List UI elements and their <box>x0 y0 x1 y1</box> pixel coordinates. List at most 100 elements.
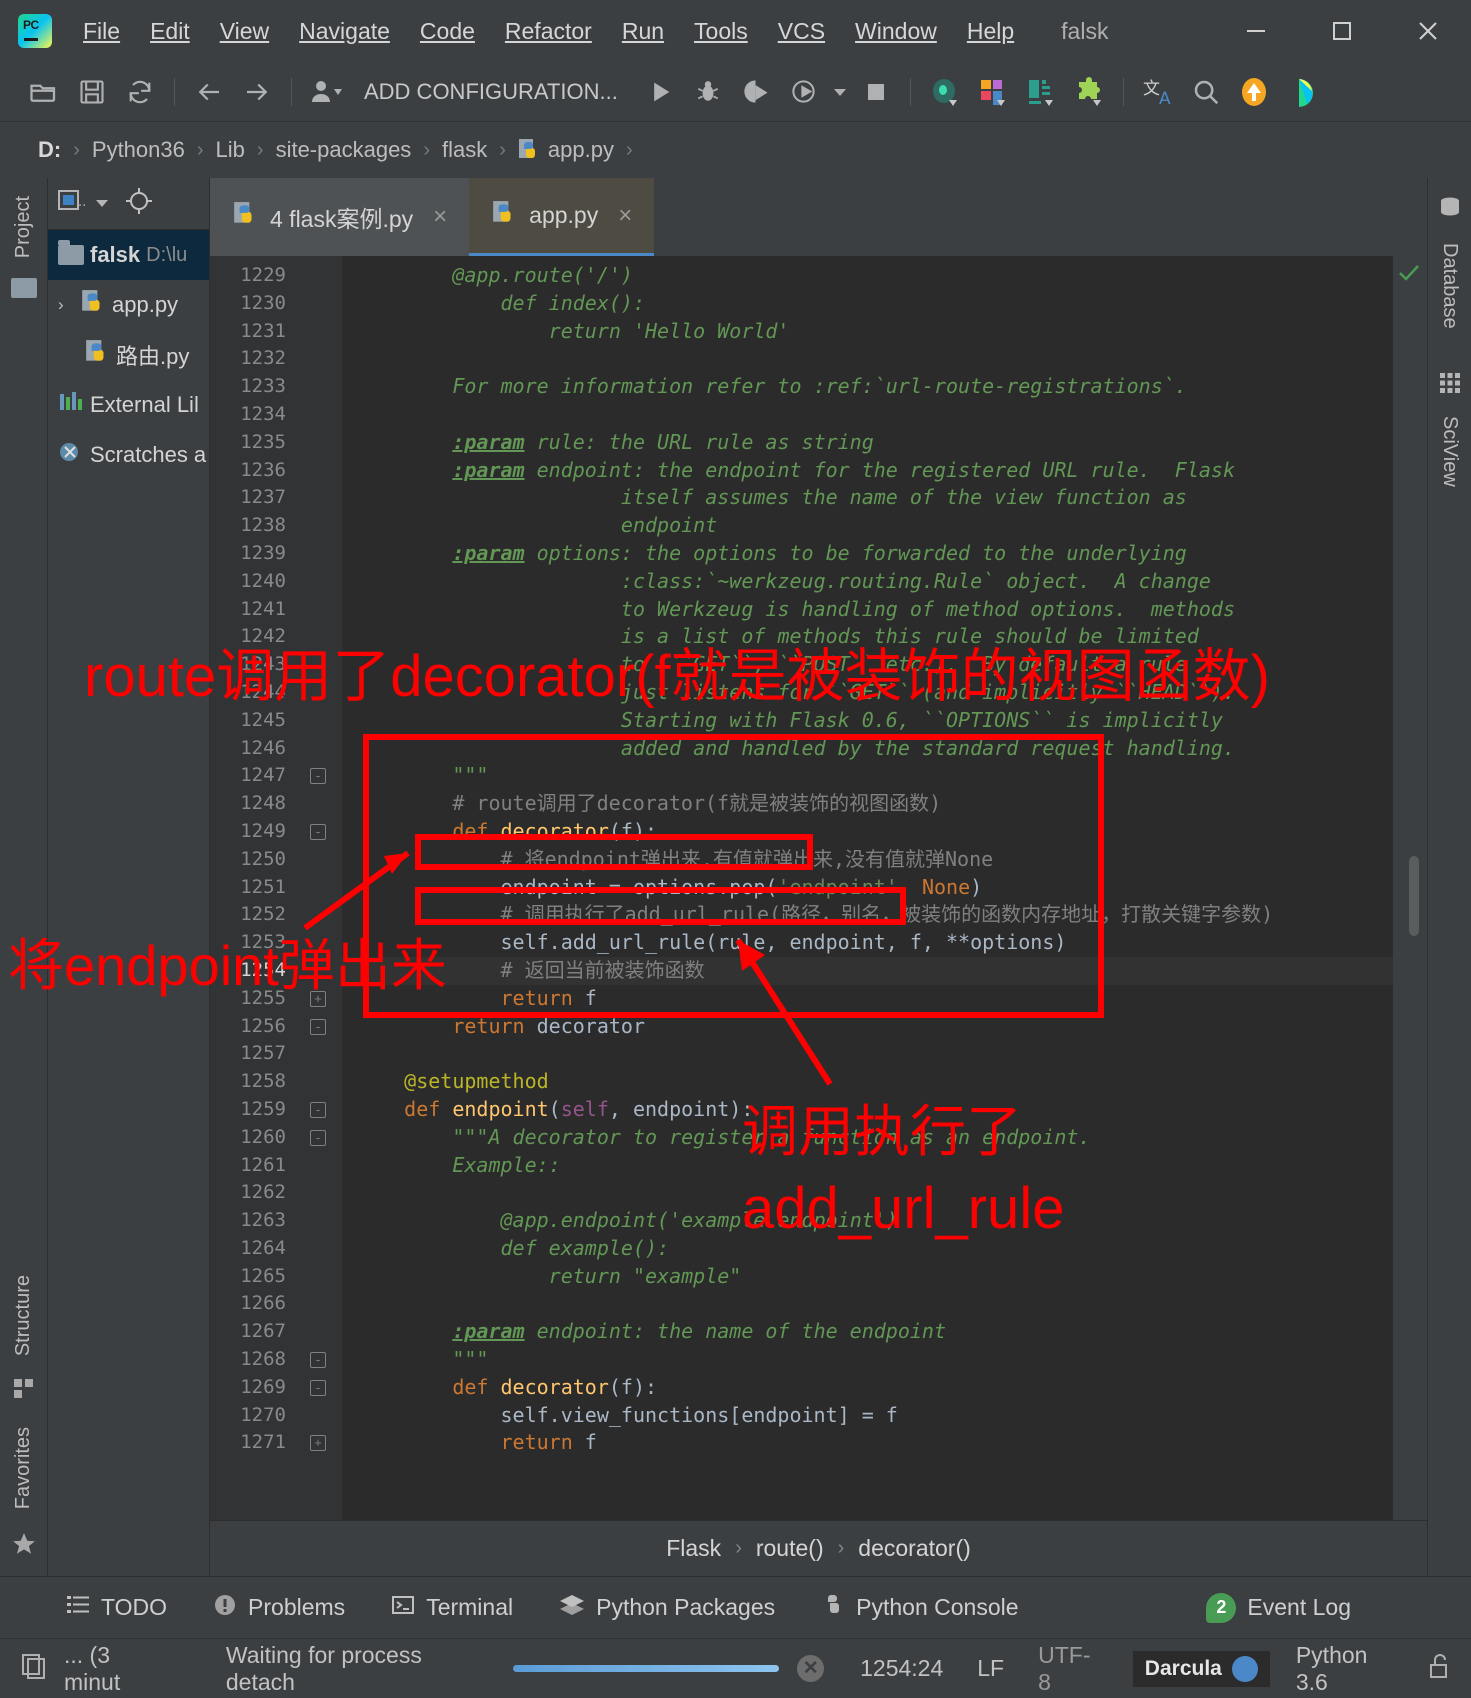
code-line[interactable]: def decorator(f): <box>342 818 1393 846</box>
layout-icon[interactable] <box>969 68 1017 116</box>
code-line[interactable]: itself assumes the name of the view func… <box>342 484 1393 512</box>
code-line[interactable]: to (``GET``, ``POST`` etc.). By default … <box>342 651 1393 679</box>
magnifier-icon[interactable] <box>1182 68 1230 116</box>
code-line[interactable]: Starting with Flask 0.6, ``OPTIONS`` is … <box>342 707 1393 735</box>
code-line[interactable]: # route调用了decorator(f就是被装饰的视图函数) <box>342 790 1393 818</box>
fold-slot[interactable]: - <box>298 1013 342 1041</box>
sidebar-item-project[interactable]: Project <box>10 188 37 266</box>
menu-file[interactable]: File <box>68 14 135 49</box>
fold-slot[interactable] <box>298 623 342 651</box>
translate-icon[interactable]: 文A <box>1134 68 1182 116</box>
unlocked-icon[interactable] <box>1427 1652 1451 1685</box>
code-line[interactable]: For more information refer to :ref:`url-… <box>342 373 1393 401</box>
fold-slot[interactable]: - <box>298 1374 342 1402</box>
tab-close-icon[interactable]: × <box>618 202 632 230</box>
fold-slot[interactable] <box>298 540 342 568</box>
code-line[interactable]: endpoint = options.pop('endpoint', None) <box>342 874 1393 902</box>
menu-run[interactable]: Run <box>607 14 679 49</box>
code-line[interactable]: def endpoint(self, endpoint): <box>342 1096 1393 1124</box>
project-view-selector-icon[interactable]: .. <box>58 189 86 218</box>
fold-toggle-icon[interactable]: - <box>310 1101 326 1118</box>
code-line[interactable]: def decorator(f): <box>342 1374 1393 1402</box>
code-line[interactable]: return 'Hello World' <box>342 318 1393 346</box>
fold-slot[interactable] <box>298 1290 342 1318</box>
sidebar-item-database[interactable]: Database <box>1438 237 1461 335</box>
fold-toggle-icon[interactable]: - <box>310 1129 326 1146</box>
tab-app-py[interactable]: app.py × <box>469 178 655 256</box>
tool-window-event-log[interactable]: 2 Event Log <box>1206 1592 1351 1623</box>
code-line[interactable]: # 将endpoint弹出来,有值就弹出来,没有值就弹None <box>342 846 1393 874</box>
run-configuration-selector[interactable]: ADD CONFIGURATION... <box>364 79 618 105</box>
code-line[interactable]: return f <box>342 1429 1393 1457</box>
fold-toggle-icon[interactable]: - <box>310 823 326 840</box>
code-line[interactable]: added and handled by the standard reques… <box>342 735 1393 763</box>
code-line[interactable]: return decorator <box>342 1013 1393 1041</box>
tool-window-python-packages[interactable]: Python Packages <box>559 1593 775 1623</box>
memory-indicator-icon[interactable] <box>20 1652 48 1685</box>
fold-toggle-icon[interactable]: + <box>310 1435 326 1452</box>
code-line[interactable] <box>342 401 1393 429</box>
breadcrumb-item-4[interactable]: flask <box>442 137 487 163</box>
chevron-down-icon[interactable] <box>96 195 108 213</box>
debug-icon[interactable] <box>684 68 732 116</box>
theme-switcher[interactable]: Darcula <box>1132 1650 1270 1687</box>
breadcrumb-item-2[interactable]: Lib <box>216 137 245 163</box>
code-line[interactable]: return f <box>342 985 1393 1013</box>
code-line[interactable]: """A decorator to register a function as… <box>342 1124 1393 1152</box>
code-line[interactable]: """ <box>342 762 1393 790</box>
back-arrow-icon[interactable] <box>185 68 233 116</box>
sync-icon[interactable] <box>116 68 164 116</box>
code-line[interactable]: :param rule: the URL rule as string <box>342 429 1393 457</box>
code-editor[interactable]: 1229 1230 1231 1232 1233 1234 1235 1236 1237 1238… <box>210 256 1427 1520</box>
code-line[interactable]: @setupmethod <box>342 1068 1393 1096</box>
code-line[interactable] <box>342 1290 1393 1318</box>
profile-dropdown-icon[interactable] <box>302 68 350 116</box>
code-content[interactable]: @app.route('/') def index(): return 'Hel… <box>342 256 1393 1520</box>
fold-slot[interactable]: - <box>298 1346 342 1374</box>
fold-slot[interactable] <box>298 1068 342 1096</box>
tab-close-icon[interactable]: × <box>433 203 447 231</box>
menu-vcs[interactable]: VCS <box>763 14 840 49</box>
tool-window-problems[interactable]: Problems <box>213 1593 345 1623</box>
code-line[interactable]: """ <box>342 1346 1393 1374</box>
data-view-icon[interactable] <box>1017 68 1065 116</box>
code-line[interactable]: :param endpoint: the endpoint for the re… <box>342 457 1393 485</box>
code-line[interactable]: :class:`~werkzeug.routing.Rule` object. … <box>342 568 1393 596</box>
tree-item-external-libraries[interactable]: External Lil <box>48 380 209 430</box>
fold-slot[interactable] <box>298 679 342 707</box>
code-line[interactable]: # 返回当前被装饰函数 <box>342 956 1393 985</box>
fold-slot[interactable] <box>298 735 342 763</box>
ide-features-icon[interactable] <box>1278 68 1326 116</box>
fold-slot[interactable] <box>298 318 342 346</box>
fold-slot[interactable] <box>298 1263 342 1291</box>
code-line[interactable]: def example(): <box>342 1235 1393 1263</box>
code-line[interactable]: is a list of methods this rule should be… <box>342 623 1393 651</box>
minimize-icon[interactable] <box>1213 0 1299 62</box>
code-line[interactable] <box>342 1179 1393 1207</box>
code-line[interactable]: just listens for ``GET`` (and implicitly… <box>342 679 1393 707</box>
editor-breadcrumb-item-2[interactable]: decorator() <box>858 1535 970 1562</box>
code-line[interactable] <box>342 1040 1393 1068</box>
fold-slot[interactable] <box>298 874 342 902</box>
fold-slot[interactable] <box>298 457 342 485</box>
update-icon[interactable] <box>1230 68 1278 116</box>
fold-slot[interactable]: - <box>298 1096 342 1124</box>
open-folder-icon[interactable] <box>20 68 68 116</box>
menu-navigate[interactable]: Navigate <box>284 14 405 49</box>
stop-icon[interactable] <box>852 68 900 116</box>
fold-toggle-icon[interactable]: - <box>310 1379 326 1396</box>
run-icon[interactable] <box>636 68 684 116</box>
code-line[interactable]: Example:: <box>342 1152 1393 1180</box>
breadcrumb-item-0[interactable]: D: <box>38 137 61 163</box>
code-line[interactable]: :param endpoint: the name of the endpoin… <box>342 1318 1393 1346</box>
fold-toggle-icon[interactable]: - <box>310 1018 326 1035</box>
code-line[interactable]: to Werkzeug is handling of method option… <box>342 596 1393 624</box>
breadcrumb-item-5[interactable]: app.py <box>548 137 614 163</box>
fold-slot[interactable] <box>298 846 342 874</box>
fold-slot[interactable] <box>298 1402 342 1430</box>
fold-slot[interactable] <box>298 1207 342 1235</box>
editor-scrollbar[interactable] <box>1393 256 1427 1520</box>
code-line[interactable]: # 调用执行了add_url_rule(路径，别名，被装饰的函数内存地址，打散关… <box>342 901 1393 929</box>
tree-item-app-py[interactable]: › app.py <box>48 280 209 330</box>
tab-flask-example[interactable]: 4 flask案例.py × <box>210 178 470 256</box>
